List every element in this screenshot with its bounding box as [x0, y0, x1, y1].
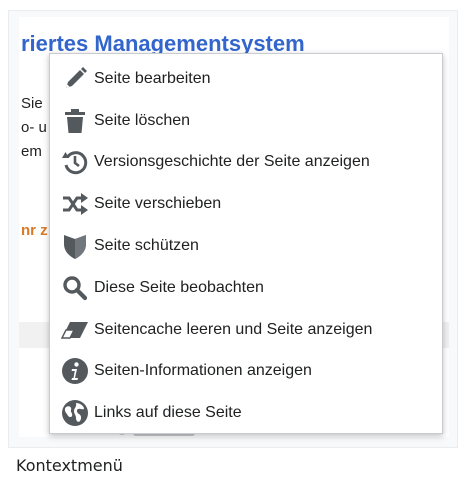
move-icon [60, 189, 90, 219]
globe-icon [60, 398, 90, 428]
menu-item-what-links-here[interactable]: Links auf diese Seite [50, 392, 442, 434]
menu-item-label: Seitencache leeren und Seite anzeigen [94, 320, 373, 338]
magnifier-icon [60, 273, 90, 303]
menu-item-delete-page[interactable]: Seite löschen [50, 100, 442, 142]
trash-icon [60, 106, 90, 136]
pencil-icon [60, 64, 90, 94]
menu-item-move-page[interactable]: Seite verschieben [50, 183, 442, 225]
menu-item-label: Seite schützen [94, 237, 199, 255]
eraser-icon [60, 315, 90, 345]
body-text-line: Sie [21, 95, 43, 112]
body-text-line: o- u [21, 119, 47, 136]
shield-icon [60, 231, 90, 261]
screenshot-frame: riertes Managementsystem Sie o- u em nr … [8, 10, 458, 448]
menu-item-label: Links auf diese Seite [94, 404, 242, 422]
body-text-line: em [21, 143, 42, 160]
menu-item-label: Seite bearbeiten [94, 69, 211, 87]
image-caption: Kontextmenü [16, 456, 123, 475]
menu-item-label: Seite löschen [94, 111, 191, 129]
menu-item-page-info[interactable]: Seiten-Informationen anzeigen [50, 351, 442, 393]
history-icon [60, 147, 90, 177]
context-menu: Seite bearbeiten Seite löschen Versionsg… [49, 53, 443, 434]
menu-item-purge-cache[interactable]: Seitencache leeren und Seite anzeigen [50, 309, 442, 351]
menu-item-watch-page[interactable]: Diese Seite beobachten [50, 267, 442, 309]
menu-item-label: Versionsgeschichte der Seite anzeigen [94, 153, 370, 171]
highlight-text: nr z [21, 222, 48, 239]
menu-item-edit-page[interactable]: Seite bearbeiten [50, 58, 442, 100]
menu-item-label: Diese Seite beobachten [94, 278, 264, 296]
menu-item-version-history[interactable]: Versionsgeschichte der Seite anzeigen [50, 142, 442, 184]
info-icon [60, 356, 90, 386]
menu-item-protect-page[interactable]: Seite schützen [50, 225, 442, 267]
menu-item-label: Seite verschieben [94, 195, 222, 213]
menu-item-label: Seiten-Informationen anzeigen [94, 362, 312, 380]
